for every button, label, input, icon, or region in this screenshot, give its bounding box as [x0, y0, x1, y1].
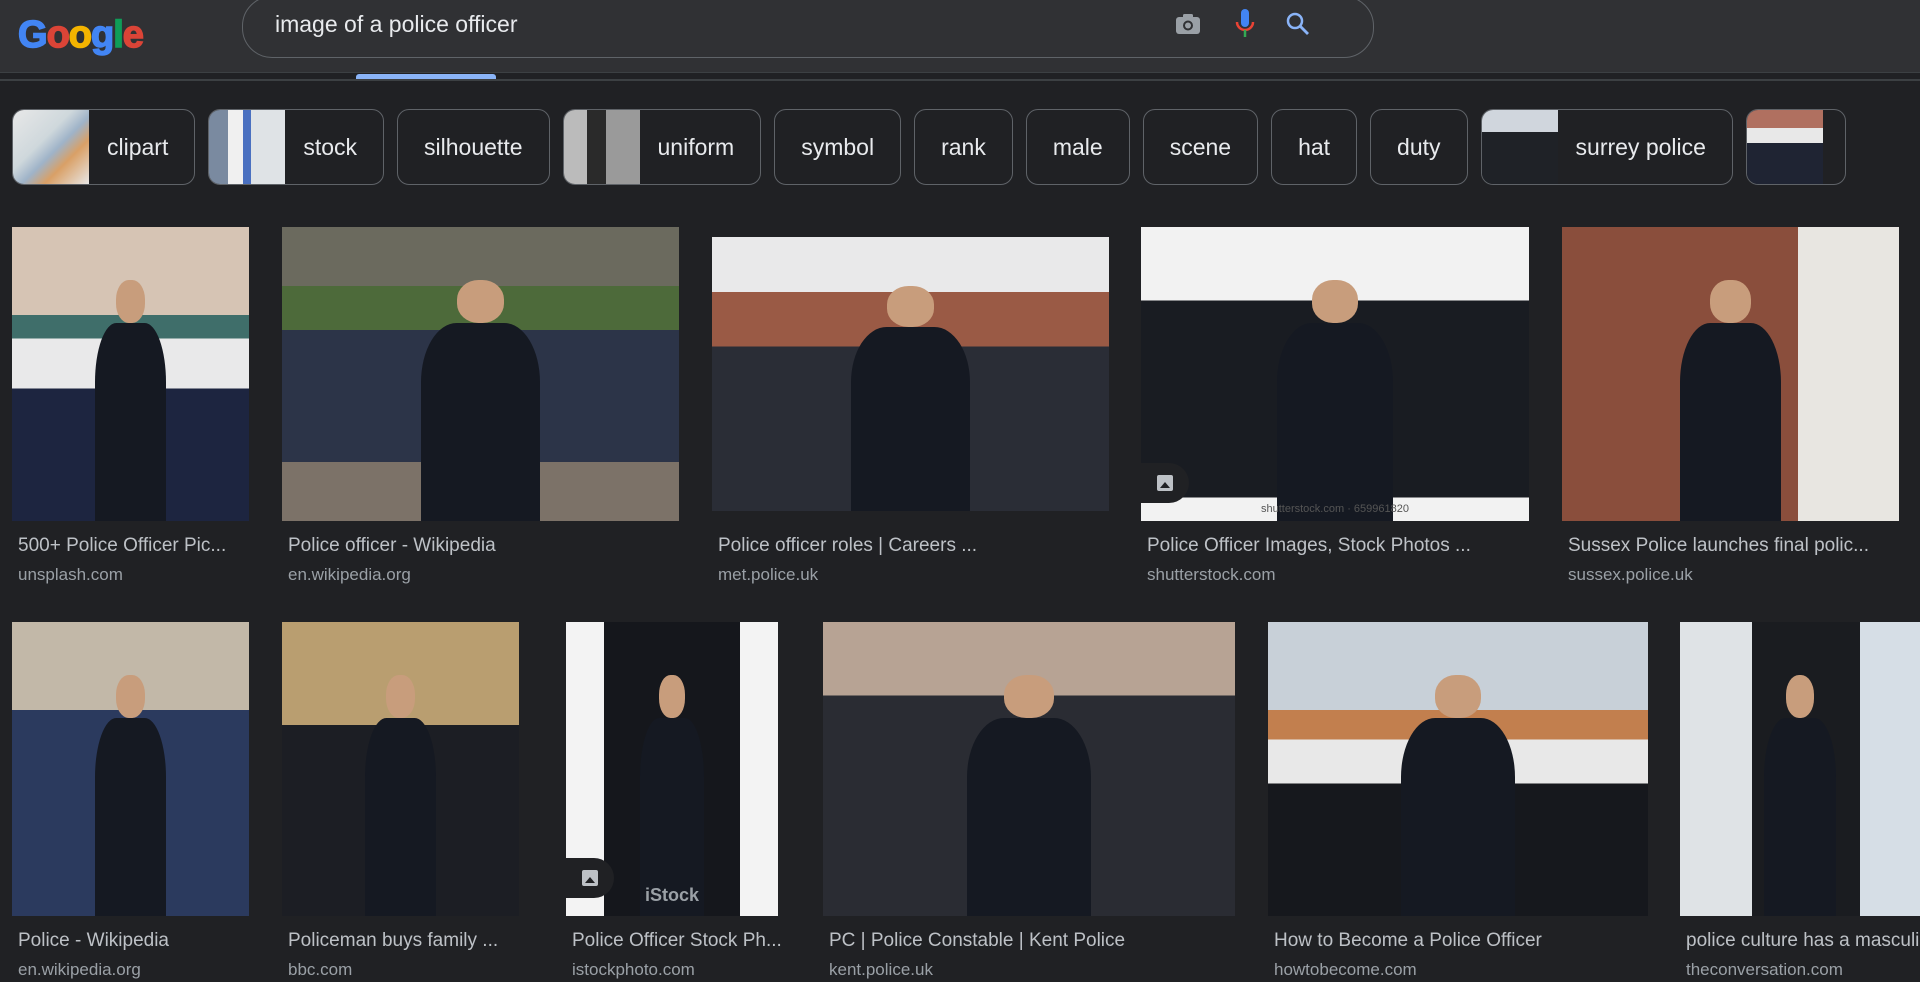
officer-figure [364, 674, 437, 916]
logo-letter: e [122, 13, 145, 57]
result-title[interactable]: Sussex Police launches final polic... [1568, 535, 1869, 557]
chip-label: scene [1169, 133, 1232, 160]
chip-rank[interactable]: rank [914, 109, 1013, 185]
result-title[interactable]: PC | Police Constable | Kent Police [829, 930, 1125, 952]
chip-more[interactable] [1745, 109, 1846, 185]
officer-figure [1679, 279, 1782, 521]
chip-label: male [1052, 133, 1103, 160]
chip-label: silhouette [424, 133, 523, 160]
result-source[interactable]: unsplash.com [18, 565, 123, 585]
result-title[interactable]: Policeman buys family ... [288, 930, 498, 952]
image-type-badge [566, 858, 614, 898]
chip-label: symbol [801, 133, 875, 160]
officer-figure [1764, 674, 1836, 916]
chip-stock[interactable]: stock [208, 109, 385, 185]
officer-figure [1276, 279, 1394, 521]
result-source[interactable]: kent.police.uk [829, 960, 933, 980]
result-image[interactable] [1562, 227, 1899, 521]
chip-thumbnail [13, 110, 89, 184]
chip-label: rank [941, 133, 986, 160]
result-title[interactable]: Police - Wikipedia [18, 930, 169, 952]
chip-thumbnail [563, 110, 640, 184]
chip-label: duty [1397, 133, 1441, 160]
officer-figure [1401, 674, 1515, 916]
result-source[interactable]: shutterstock.com [1147, 565, 1276, 585]
officer-figure [850, 286, 971, 511]
chip-duty[interactable]: duty [1370, 109, 1468, 185]
officer-figure [94, 674, 167, 916]
result-source[interactable]: bbc.com [288, 960, 352, 980]
result-source[interactable]: istockphoto.com [572, 960, 695, 980]
result-image[interactable] [282, 622, 519, 916]
chip-symbol[interactable]: symbol [774, 109, 902, 185]
chip-label: clipart [107, 133, 169, 160]
result-image[interactable] [712, 237, 1109, 511]
header-divider [0, 79, 1920, 81]
chip-scene[interactable]: scene [1142, 109, 1259, 185]
chip-label: stock [303, 133, 358, 160]
top-bar: Google image of a police officer [0, 0, 1920, 73]
microphone-icon[interactable] [1230, 9, 1260, 39]
watermark: shutterstock.com · 659961820 [1261, 503, 1409, 515]
result-image[interactable] [1268, 622, 1648, 916]
image-type-badge [1141, 463, 1189, 503]
camera-icon[interactable] [1173, 9, 1203, 39]
logo-letter: o [68, 13, 93, 57]
logo-letter: l [113, 13, 125, 57]
chip-surrey-police[interactable]: surrey police [1480, 109, 1733, 185]
result-source[interactable]: theconversation.com [1686, 960, 1843, 980]
chip-male[interactable]: male [1025, 109, 1130, 185]
result-image[interactable] [12, 622, 249, 916]
result-source[interactable]: met.police.uk [718, 565, 818, 585]
chip-label: surrey police [1575, 133, 1706, 160]
related-search-chips: clipart stock silhouette uniform symbol rank m… [12, 109, 1846, 187]
result-image[interactable] [282, 227, 679, 521]
search-box[interactable]: image of a police officer [242, 0, 1374, 58]
search-input[interactable]: image of a police officer [275, 11, 518, 38]
result-title[interactable]: Police Officer Stock Ph... [572, 930, 782, 952]
result-image[interactable] [1680, 622, 1920, 916]
result-title[interactable]: Police officer - Wikipedia [288, 535, 496, 557]
result-source[interactable]: en.wikipedia.org [288, 565, 411, 585]
officer-figure [967, 674, 1091, 916]
officer-figure [94, 279, 167, 521]
result-title[interactable]: Police officer roles | Careers ... [718, 535, 977, 557]
result-image[interactable]: shutterstock.com · 659961820 [1141, 227, 1529, 521]
image-icon [1157, 475, 1173, 491]
chip-hat[interactable]: hat [1271, 109, 1358, 185]
google-logo[interactable]: Google [17, 13, 145, 57]
officer-figure [640, 674, 704, 916]
result-source[interactable]: en.wikipedia.org [18, 960, 141, 980]
result-title[interactable]: police culture has a masculinity... [1686, 930, 1920, 952]
chip-clipart[interactable]: clipart [12, 109, 196, 185]
result-title[interactable]: Police Officer Images, Stock Photos ... [1147, 535, 1471, 557]
chip-thumbnail [209, 110, 286, 184]
chip-thumbnail [1481, 110, 1558, 184]
search-icon[interactable] [1283, 9, 1313, 39]
logo-letter: g [90, 13, 115, 57]
chip-silhouette[interactable]: silhouette [397, 109, 550, 185]
result-source[interactable]: sussex.police.uk [1568, 565, 1693, 585]
result-image[interactable] [823, 622, 1235, 916]
logo-letter: G [17, 13, 48, 57]
chip-label: uniform [657, 133, 735, 160]
chip-label: hat [1298, 133, 1331, 160]
chip-uniform[interactable]: uniform [562, 109, 762, 185]
image-icon [582, 870, 598, 886]
logo-letter: o [46, 13, 71, 57]
result-source[interactable]: howtobecome.com [1274, 960, 1417, 980]
result-title[interactable]: 500+ Police Officer Pic... [18, 535, 226, 557]
result-title[interactable]: How to Become a Police Officer [1274, 930, 1542, 952]
officer-figure [420, 279, 541, 521]
result-image[interactable] [12, 227, 249, 521]
chip-thumbnail [1746, 110, 1823, 184]
